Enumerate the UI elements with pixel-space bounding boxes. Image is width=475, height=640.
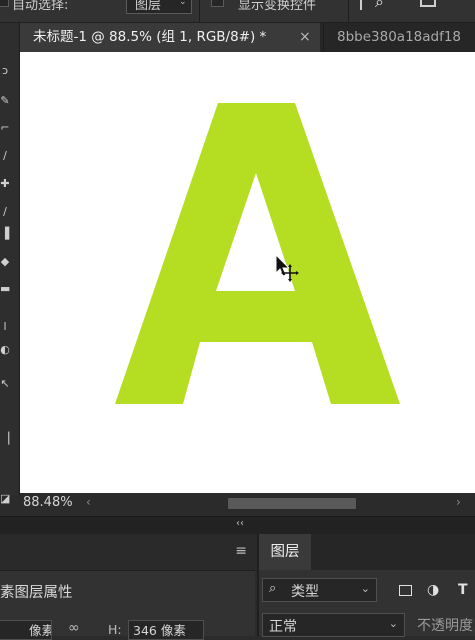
panel-collapse-strip[interactable]: ‹‹: [0, 516, 475, 535]
brush-tool-icon[interactable]: ∕: [0, 206, 10, 218]
eraser-tool-icon[interactable]: ◆: [0, 256, 10, 268]
panel-menu-icon[interactable]: ≡: [235, 543, 247, 559]
opacity-label: 不透明度: [417, 618, 473, 634]
properties-title: 素图层属性: [0, 585, 73, 601]
collapse-arrows-icon[interactable]: ‹‹: [236, 518, 244, 529]
options-bar: 自动选择: 图层 ⌄ 显示变换控件 ⌕: [0, 0, 475, 23]
show-transform-label: 显示变换控件: [238, 0, 317, 13]
pen-tool-icon[interactable]: ◐: [0, 344, 10, 356]
properties-panel: ≡ 素图层属性 像素 ∞ H: 346 像素: [0, 534, 255, 640]
letter-a-shape[interactable]: [115, 103, 400, 404]
width-field[interactable]: 像素: [0, 620, 52, 640]
chevron-down-icon: ⌄: [360, 582, 370, 595]
horizontal-scrollbar-thumb[interactable]: [228, 498, 356, 509]
layers-panel-tabs: 图层: [259, 534, 475, 570]
document-tab-bar: 未标题-1 @ 88.5% (组 1, RGB/8#) * × 8bbe380a…: [20, 23, 475, 52]
auto-select-checkbox[interactable]: [0, 0, 9, 7]
shape-tool-icon[interactable]: ▕: [0, 433, 10, 445]
align-icon[interactable]: [360, 0, 362, 10]
path-select-tool-icon[interactable]: ↖: [0, 378, 10, 390]
divider: [199, 0, 200, 22]
eyedropper-tool-icon[interactable]: ∕: [0, 150, 10, 162]
blend-mode-dropdown[interactable]: 正常 ⌄: [262, 613, 405, 637]
auto-select-value: 图层: [135, 0, 162, 13]
close-icon[interactable]: ×: [299, 23, 311, 52]
healing-tool-icon[interactable]: ✚: [0, 178, 10, 190]
tab-layers[interactable]: 图层: [259, 534, 311, 570]
layer-filter-dropdown[interactable]: ⌕ 类型 ⌄: [262, 578, 377, 602]
workspace-icon[interactable]: [420, 0, 436, 7]
show-transform-checkbox[interactable]: [211, 0, 224, 7]
tab-title: 未标题-1 @ 88.5% (组 1, RGB/8#) *: [33, 29, 267, 45]
toolbar: ↄ ✎ ⌐ ∕ ✚ ∕ ▐ ◆ ▬ ⅼ ◐ ↖ ▕ ◪: [0, 23, 20, 505]
layers-panel: 图层 ⌕ 类型 ⌄ ◑ T 正常 ⌄ 不透明度: [257, 534, 475, 637]
zoom-readout[interactable]: 88.48%: [23, 495, 73, 510]
search-icon[interactable]: ⌕: [375, 0, 384, 12]
size-row: 像素 ∞ H: 346 像素: [0, 620, 255, 640]
properties-panel-header: ≡: [0, 534, 255, 571]
search-icon: ⌕: [269, 581, 277, 596]
document-tab-active[interactable]: 未标题-1 @ 88.5% (组 1, RGB/8#) * ×: [20, 23, 320, 52]
dodge-tool-icon[interactable]: ⅼ: [0, 321, 10, 333]
hand-tool-icon[interactable]: ◪: [0, 493, 10, 505]
lasso-tool-icon[interactable]: ↄ: [0, 65, 10, 77]
height-label: H:: [108, 622, 122, 637]
blend-mode-value: 正常: [269, 619, 297, 635]
filter-type-label: 类型: [291, 584, 319, 600]
link-icon[interactable]: ∞: [68, 620, 80, 636]
scroll-right-icon[interactable]: ›: [456, 495, 461, 509]
tab-title: 8bbe380a18adf18: [337, 29, 462, 45]
document-tab-2[interactable]: 8bbe380a18adf18: [323, 23, 475, 52]
image-icon[interactable]: [399, 585, 412, 596]
chevron-down-icon: ⌄: [179, 0, 187, 7]
crop-tool-icon[interactable]: ⌐: [0, 122, 10, 134]
adjustment-icon[interactable]: ◑: [427, 582, 439, 598]
status-bar: 88.48% ‹ ›: [20, 493, 475, 515]
divider: [348, 0, 349, 22]
auto-select-dropdown[interactable]: 图层 ⌄: [126, 0, 192, 14]
type-icon[interactable]: T: [458, 582, 468, 598]
stamp-tool-icon[interactable]: ▐: [0, 228, 10, 240]
letter-a-layer[interactable]: [20, 52, 475, 493]
chevron-down-icon: ⌄: [388, 617, 398, 630]
canvas[interactable]: [20, 52, 475, 493]
tab-layers-label: 图层: [270, 544, 300, 560]
scroll-left-icon[interactable]: ‹: [86, 495, 91, 509]
auto-select-label: 自动选择:: [12, 0, 69, 13]
gradient-tool-icon[interactable]: ▬: [0, 283, 10, 295]
height-field[interactable]: 346 像素: [128, 620, 204, 640]
quick-select-tool-icon[interactable]: ✎: [0, 95, 10, 107]
